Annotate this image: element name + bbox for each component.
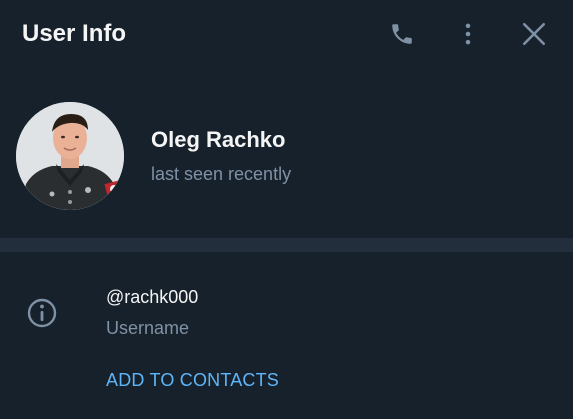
last-seen-status: last seen recently — [151, 164, 292, 184]
header: User Info — [0, 0, 573, 68]
username-label: Username — [106, 318, 190, 338]
close-button[interactable] — [518, 18, 550, 50]
more-options-button[interactable] — [452, 18, 484, 50]
info-icon — [27, 298, 57, 328]
contact-name: Oleg Rachko — [151, 127, 286, 152]
more-vertical-icon — [465, 23, 471, 45]
call-button[interactable] — [386, 18, 418, 50]
profile-photo — [16, 102, 124, 210]
section-divider — [0, 238, 573, 252]
add-to-contacts-button[interactable]: ADD TO CONTACTS — [106, 369, 279, 391]
user-info-panel: User Info Oleg Rachko last seen recently… — [0, 0, 573, 419]
panel-title: User Info — [22, 20, 127, 47]
close-icon — [522, 22, 546, 46]
phone-icon — [392, 24, 412, 44]
avatar[interactable] — [16, 102, 124, 210]
username-value[interactable]: @rachk000 — [106, 286, 198, 308]
